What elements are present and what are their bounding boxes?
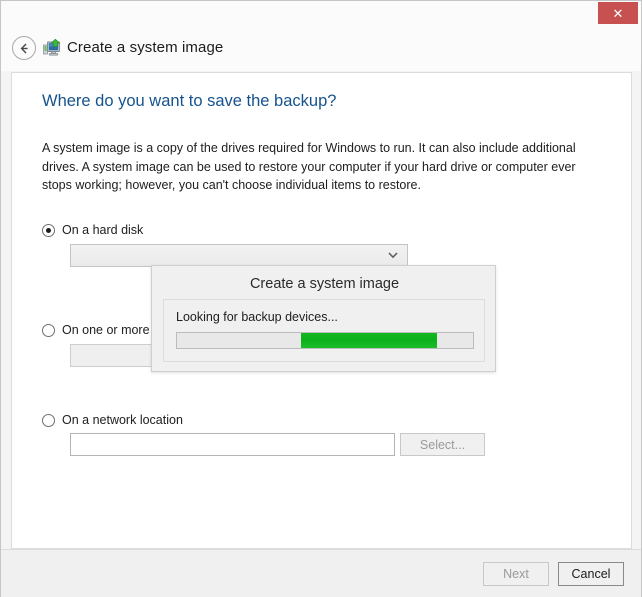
title-bar: ✕	[1, 1, 641, 25]
radio-hard-disk[interactable]	[42, 223, 55, 237]
page-title: Create a system image	[67, 39, 224, 56]
radio-network[interactable]	[42, 413, 55, 427]
select-button[interactable]: Select...	[400, 433, 485, 456]
back-arrow-icon	[20, 43, 28, 53]
wizard-footer: Next Cancel	[1, 549, 641, 597]
progress-dialog-title: Create a system image	[249, 276, 400, 292]
cancel-button[interactable]: Cancel	[558, 562, 624, 586]
network-location-input[interactable]	[70, 433, 395, 456]
chevron-down-icon	[388, 252, 398, 259]
option-row-dvds[interactable]: On one or more	[42, 323, 150, 337]
page-description: A system image is a copy of the drives r…	[42, 141, 576, 192]
create-system-image-window: ✕ Create a system image Where do you wan…	[0, 0, 642, 597]
close-icon: ✕	[612, 5, 624, 21]
close-button[interactable]: ✕	[598, 2, 638, 24]
option-label-hard-disk: On a hard disk	[62, 223, 144, 237]
option-label-dvds: On one or more	[62, 323, 150, 337]
option-label-network: On a network location	[62, 413, 183, 427]
page-heading: Where do you want to save the backup?	[42, 92, 337, 110]
wizard-header: Create a system image	[1, 25, 641, 71]
progress-dialog-body: Looking for backup devices...	[163, 299, 485, 362]
option-row-hard-disk[interactable]: On a hard disk	[42, 223, 143, 237]
radio-dvds[interactable]	[42, 323, 55, 337]
back-button[interactable]	[12, 36, 36, 60]
system-image-backup-icon	[42, 38, 62, 58]
progress-bar-chunk	[301, 333, 438, 348]
progress-bar	[176, 332, 474, 349]
hard-disk-dropdown[interactable]	[70, 244, 408, 267]
next-button[interactable]: Next	[483, 562, 549, 586]
option-row-network[interactable]: On a network location	[42, 413, 183, 427]
progress-status-text: Looking for backup devices...	[176, 310, 338, 324]
progress-dialog: Create a system image Looking for backup…	[151, 265, 496, 372]
